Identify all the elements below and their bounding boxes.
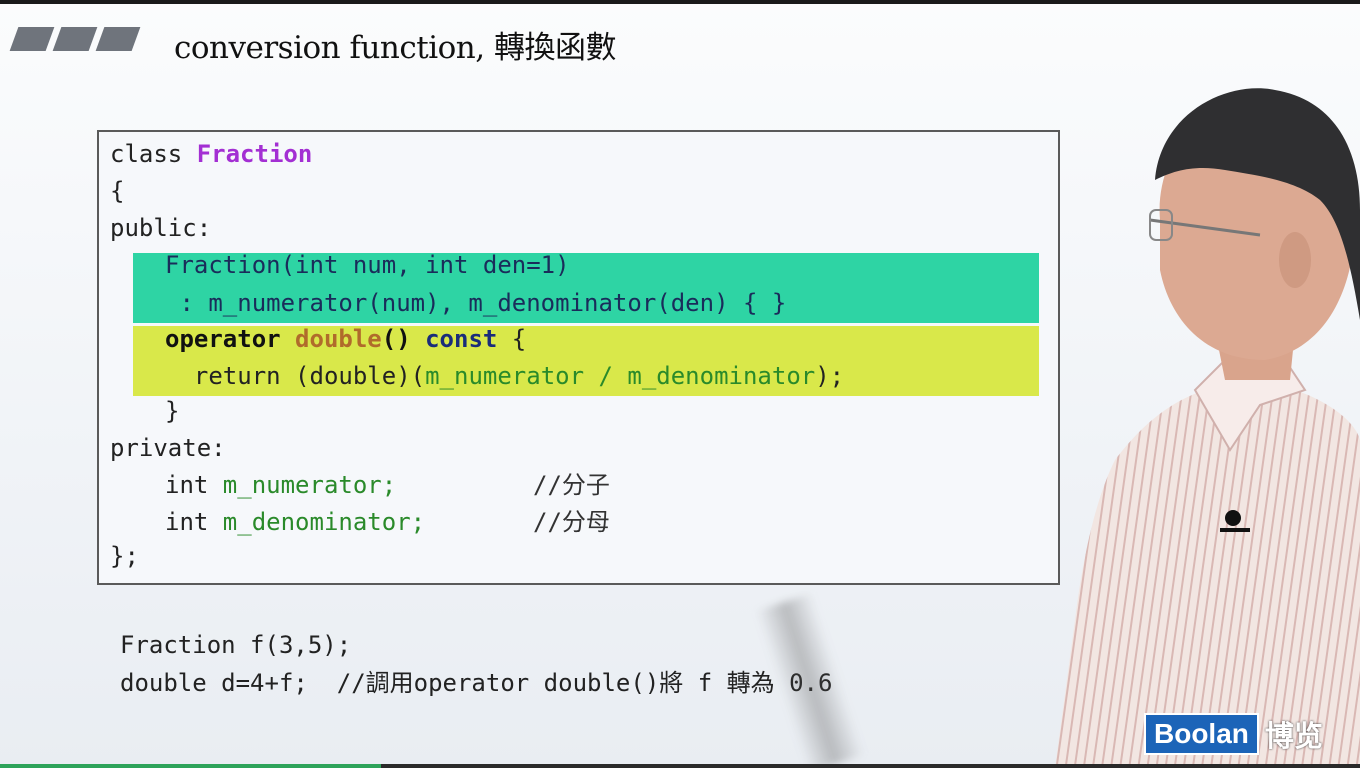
code-keyword: class — [110, 140, 197, 168]
code-line-initializer: : m_numerator(num), m_denominator(den) {… — [165, 289, 787, 317]
code-line-public: public: — [110, 214, 212, 242]
top-strip — [0, 0, 1360, 4]
code-line-return: return (double)(m_numerator / m_denomina… — [165, 361, 844, 391]
code-line-class-end: }; — [110, 542, 139, 570]
code-type-double: double — [295, 325, 382, 353]
code-member-denominator: m_denominator; — [222, 508, 426, 536]
code-parens: () — [381, 325, 426, 353]
code-keyword-int: int — [165, 471, 223, 499]
code-keyword-int: int — [165, 508, 223, 536]
code-line-constructor: Fraction(int num, int den=1) — [165, 251, 570, 279]
presenter-shirt — [1055, 390, 1360, 768]
decoration-stripe — [9, 27, 55, 51]
code-return: return (double)( — [165, 362, 426, 390]
code-line-class: class Fraction — [110, 139, 312, 169]
presenter-microphone — [1225, 510, 1241, 526]
decoration-stripe — [95, 27, 141, 51]
brand-logo-cn: 博览 — [1264, 719, 1323, 753]
slide-title: conversion function, 轉換函數 — [174, 30, 616, 66]
video-progress-fill — [0, 764, 381, 768]
code-brace: { — [497, 325, 527, 353]
example-line-1: Fraction f(3,5); — [120, 631, 352, 659]
brand-logo-text: Boolan — [1144, 713, 1259, 755]
decoration-stripe — [52, 27, 98, 51]
code-line-close-brace: } — [165, 397, 180, 425]
code-keyword-operator: operator — [165, 325, 296, 353]
code-class-name: Fraction — [196, 140, 313, 168]
code-line-denominator: int m_denominator; — [165, 507, 425, 537]
code-line-private: private: — [110, 434, 226, 462]
code-line-operator: operator double() const { — [165, 324, 526, 354]
code-member-numerator: m_numerator; — [222, 471, 397, 499]
brand-logo: Boolan 博览 — [1144, 713, 1323, 755]
code-line-numerator: int m_numerator; — [165, 470, 396, 500]
presenter — [1055, 88, 1360, 768]
video-frame: conversion function, 轉換函數 class Fraction… — [0, 0, 1360, 768]
example-line-2: double d=4+f; //調用operator double()將 f 轉… — [120, 669, 833, 697]
code-line-open-brace: { — [110, 177, 125, 205]
slide-decoration — [9, 27, 141, 53]
code-comment-numerator: //分子 — [533, 471, 610, 499]
code-comment-denominator: //分母 — [533, 508, 610, 536]
code-end: ); — [815, 362, 845, 390]
code-expression: m_numerator / m_denominator — [425, 362, 816, 390]
code-keyword-const: const — [425, 325, 498, 353]
